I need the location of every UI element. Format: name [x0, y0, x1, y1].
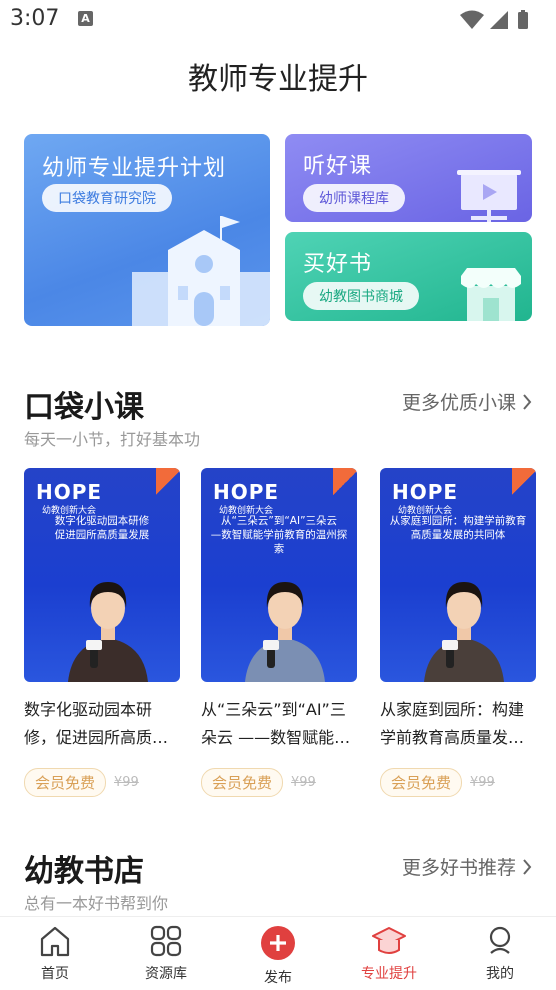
- plus-icon: [261, 926, 295, 960]
- more-courses-label: 更多优质小课: [401, 392, 516, 414]
- tab-professional-label: 专业提升: [361, 966, 417, 982]
- teacher-plan-card[interactable]: 幼师专业提升计划 口袋教育研究院: [24, 134, 270, 326]
- tab-resources[interactable]: 资源库: [126, 925, 206, 983]
- thumb-decoration: [512, 468, 536, 498]
- plan-card-pill: 口袋教育研究院: [42, 184, 172, 212]
- speaker-photo: [424, 582, 504, 682]
- chevron-right-icon: [523, 393, 532, 410]
- course-title: 从“三朵云”到“AI”三朵云 ——数智赋能…: [201, 700, 351, 747]
- course-card[interactable]: HOPE 幼教创新大会 从家庭到园所：构建学前教育 高质量发展的共同体 从家庭到园所：…: [380, 468, 536, 797]
- wifi-icon: [460, 10, 484, 29]
- courses-section-subtitle: 每天一小节，打好基本功: [24, 430, 201, 449]
- hope-logo: HOPE: [392, 480, 459, 504]
- course-price: 会员免费 ¥99: [201, 768, 357, 797]
- battery-icon: [518, 10, 528, 29]
- member-free-badge: 会员免费: [380, 768, 463, 797]
- course-card[interactable]: HOPE 幼教创新大会 数字化驱动园本研修 促进园所高质量发展数字化驱动园本研修，促…: [24, 468, 180, 797]
- signal-icon: [490, 11, 508, 29]
- course-price: 会员免费 ¥99: [24, 768, 180, 797]
- listen-card-title: 听好课: [303, 154, 373, 179]
- thumb-decoration: [333, 468, 357, 498]
- course-thumbnail: HOPE 幼教创新大会 数字化驱动园本研修 促进园所高质量发展: [24, 468, 180, 682]
- thumb-headline: 从“三朵云”到“AI”三朵云 —数智赋能学前教育的温州探索: [210, 515, 348, 555]
- status-bar: 3:07 A: [0, 0, 556, 40]
- tab-professional[interactable]: 专业提升: [349, 925, 429, 983]
- member-free-badge: 会员免费: [24, 768, 107, 797]
- hope-logo: HOPE: [213, 480, 280, 504]
- more-courses-link[interactable]: 更多优质小课: [402, 388, 532, 415]
- tab-resources-label: 资源库: [145, 966, 187, 982]
- member-free-badge: 会员免费: [201, 768, 284, 797]
- tab-mine-label: 我的: [486, 966, 514, 982]
- thumb-decoration: [156, 468, 180, 498]
- more-books-link[interactable]: 更多好书推荐: [402, 853, 532, 880]
- page-title: 教师专业提升: [188, 62, 368, 97]
- home-icon: [40, 926, 70, 957]
- listen-course-card[interactable]: 听好课 幼师课程库: [285, 134, 532, 222]
- course-price: 会员免费 ¥99: [380, 768, 536, 797]
- speaker-photo: [68, 582, 148, 682]
- video-board-icon: [457, 170, 521, 222]
- notification-icon: A: [78, 11, 93, 26]
- school-illustration: [132, 216, 270, 326]
- status-time: 3:07: [10, 6, 60, 31]
- plan-card-title: 幼师专业提升计划: [42, 156, 227, 181]
- status-icons: [458, 9, 544, 35]
- books-card-pill: 幼教图书商城: [303, 282, 419, 310]
- profile-icon: [489, 926, 511, 954]
- speaker-photo: [245, 582, 325, 682]
- books-section-title: 幼教书店: [24, 854, 144, 889]
- tab-home[interactable]: 首页: [15, 925, 95, 983]
- original-price: ¥99: [470, 775, 495, 790]
- courses-section-title: 口袋小课: [24, 390, 144, 425]
- course-title: 从家庭到园所：构建学前教育高质量发…: [380, 700, 525, 747]
- grid-icon: [150, 925, 182, 957]
- graduation-cap-icon: [372, 927, 406, 954]
- books-section-subtitle: 总有一本好书帮到你: [24, 894, 169, 913]
- course-thumbnail: HOPE 幼教创新大会 从家庭到园所：构建学前教育 高质量发展的共同体: [380, 468, 536, 682]
- buy-books-card[interactable]: 买好书 幼教图书商城: [285, 232, 532, 321]
- books-card-title: 买好书: [303, 252, 373, 277]
- original-price: ¥99: [291, 775, 316, 790]
- tab-mine[interactable]: 我的: [460, 925, 540, 983]
- thumb-headline: 从家庭到园所：构建学前教育 高质量发展的共同体: [389, 515, 527, 541]
- bottom-tab-bar: 首页 资源库 发布 专业提升 我的: [0, 916, 556, 990]
- original-price: ¥99: [114, 775, 139, 790]
- tab-publish-label: 发布: [264, 970, 292, 986]
- tab-home-label: 首页: [41, 966, 69, 982]
- course-card[interactable]: HOPE 幼教创新大会 从“三朵云”到“AI”三朵云 —数智赋能学前教育的温州探索从…: [201, 468, 357, 797]
- tab-publish[interactable]: 发布: [238, 925, 318, 987]
- chevron-right-icon: [523, 858, 532, 875]
- course-title: 数字化驱动园本研修，促进园所高质…: [24, 700, 169, 747]
- more-books-label: 更多好书推荐: [401, 857, 516, 879]
- listen-card-pill: 幼师课程库: [303, 184, 405, 212]
- course-thumbnail: HOPE 幼教创新大会 从“三朵云”到“AI”三朵云 —数智赋能学前教育的温州探索: [201, 468, 357, 682]
- thumb-headline: 数字化驱动园本研修 促进园所高质量发展: [54, 515, 150, 541]
- shop-icon: [461, 268, 521, 321]
- hope-logo: HOPE: [36, 480, 103, 504]
